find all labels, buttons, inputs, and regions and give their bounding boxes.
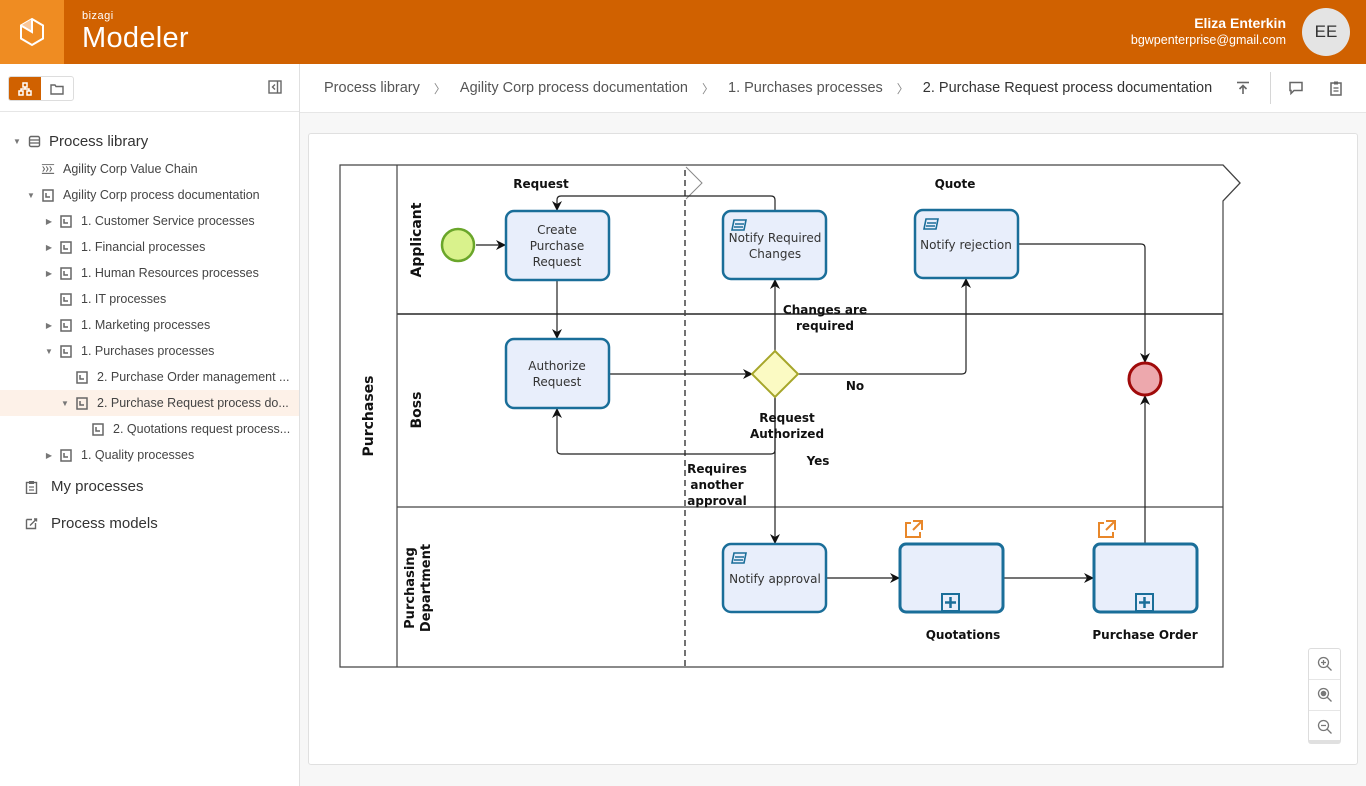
tree-item-label: 1. Purchases processes <box>81 344 215 358</box>
sidebar-item-label: Process models <box>51 515 158 532</box>
tree-item-label: 1. Human Resources processes <box>81 266 259 280</box>
tree-item[interactable]: 1. IT processes <box>0 286 299 312</box>
user-info[interactable]: Eliza Enterkin bgwpenterprise@gmail.com <box>1131 15 1286 48</box>
collapse-sidebar-icon[interactable] <box>268 80 282 94</box>
breadcrumb-item[interactable]: Process library <box>324 80 420 98</box>
tree-item-label: 1. Financial processes <box>81 240 206 254</box>
caret-right-icon[interactable]: ▶ <box>44 321 54 330</box>
comment-icon[interactable] <box>1288 80 1304 96</box>
caret-right-icon[interactable]: ▶ <box>44 269 54 278</box>
cube-logo-icon <box>20 17 44 47</box>
tree-item[interactable]: ▶ 1. Financial processes <box>0 234 299 260</box>
tree-item[interactable]: ▶ 1. Quality processes <box>0 442 299 468</box>
tree-item-label: Agility Corp Value Chain <box>63 162 198 176</box>
caret-right-icon[interactable]: ▶ <box>44 217 54 226</box>
user-name: Eliza Enterkin <box>1194 15 1286 31</box>
breadcrumb-bar: Process library 〉 Agility Corp process d… <box>300 64 1366 113</box>
zoom-in-button[interactable] <box>1309 649 1340 680</box>
tree-item[interactable]: ▼ 2. Purchase Request process do... <box>0 390 299 416</box>
tree-item-label: 1. Customer Service processes <box>81 214 255 228</box>
library-icon <box>27 134 41 148</box>
chevron-right-icon: 〉 <box>896 82 909 96</box>
breadcrumb: Process library 〉 Agility Corp process d… <box>324 80 1212 98</box>
document-icon <box>59 266 73 280</box>
zoom-out-button[interactable] <box>1309 711 1340 742</box>
zoom-out-icon <box>1317 719 1332 734</box>
document-icon <box>59 344 73 358</box>
clipboard-icon <box>24 480 38 494</box>
document-icon <box>75 396 89 410</box>
tree-item-label: Process library <box>49 132 149 150</box>
breadcrumb-item[interactable]: Agility Corp process documentation <box>460 80 688 98</box>
hierarchy-icon <box>18 81 32 96</box>
sidebar: ▼ Process library Agility Corp Value Chain… <box>0 64 300 786</box>
caret-down-icon[interactable]: ▼ <box>12 137 22 146</box>
clipboard-icon[interactable] <box>1328 80 1344 96</box>
tree-item-label: 1. Quality processes <box>81 448 195 462</box>
value-chain-icon <box>41 162 55 176</box>
zoom-controls <box>1308 648 1341 744</box>
breadcrumb-current: 2. Purchase Request process documentatio… <box>922 80 1213 96</box>
caret-right-icon[interactable]: ▶ <box>44 451 54 460</box>
brand-title: Modeler <box>82 22 189 54</box>
document-icon <box>41 188 55 202</box>
zoom-reset-button[interactable] <box>1309 680 1340 711</box>
caret-down-icon[interactable]: ▼ <box>44 347 54 356</box>
breadcrumb-item[interactable]: 1. Purchases processes <box>728 80 883 98</box>
top-bar: bizagi Modeler Eliza Enterkin bgwpenterp… <box>0 0 1366 64</box>
tree-item-label: Agility Corp process documentation <box>63 188 260 202</box>
caret-down-icon[interactable]: ▼ <box>26 191 36 200</box>
chevron-right-icon: 〉 <box>702 82 715 96</box>
hierarchy-view-button[interactable] <box>9 77 41 100</box>
avatar[interactable]: EE <box>1302 8 1350 56</box>
process-tree: ▼ Process library Agility Corp Value Chain… <box>0 126 299 542</box>
sidebar-item-process-models[interactable]: Process models <box>0 505 299 542</box>
tree-item[interactable]: ▼ 1. Purchases processes <box>0 338 299 364</box>
tree-item-label: 2. Purchase Request process do... <box>97 396 289 410</box>
document-icon <box>59 318 73 332</box>
clipboard-icon <box>25 480 37 494</box>
app-brand: bizagi Modeler <box>82 10 189 54</box>
zoom-in-icon <box>1317 656 1332 671</box>
user-email: bgwpenterprise@gmail.com <box>1130 33 1286 47</box>
tree-item-label: 2. Quotations request process... <box>113 422 291 436</box>
tree-item[interactable]: 2. Purchase Order management ... <box>0 364 299 390</box>
document-icon <box>91 422 105 436</box>
content-area <box>300 113 1366 786</box>
bizagi-logo[interactable] <box>0 0 64 64</box>
chevron-right-icon: 〉 <box>433 82 446 96</box>
toolbar-divider <box>1270 72 1271 104</box>
tree-item[interactable]: Agility Corp Value Chain <box>0 156 299 182</box>
sidebar-toolbar <box>0 64 299 112</box>
view-toggle <box>8 76 74 101</box>
tree-item[interactable]: ▶ 1. Human Resources processes <box>0 260 299 286</box>
zoom-fit-icon <box>1317 687 1332 702</box>
document-icon <box>59 240 73 254</box>
document-icon <box>75 370 89 384</box>
tree-item[interactable]: ▶ 1. Marketing processes <box>0 312 299 338</box>
caret-down-icon[interactable]: ▼ <box>60 399 70 408</box>
tree-item-label: 1. IT processes <box>81 292 167 306</box>
sidebar-item-label: My processes <box>51 478 144 495</box>
tree-item[interactable]: ▶ 1. Customer Service processes <box>0 208 299 234</box>
brand-small: bizagi <box>82 10 114 22</box>
diagram-canvas <box>308 133 1358 765</box>
publish-upload-icon[interactable] <box>1235 80 1251 96</box>
folder-view-button[interactable] <box>41 77 73 100</box>
tree-item-label: 1. Marketing processes <box>81 318 211 332</box>
tree-item[interactable]: ▼ Agility Corp process documentation <box>0 182 299 208</box>
tree-item[interactable]: ▼ Process library <box>0 126 299 156</box>
folder-icon <box>50 83 64 95</box>
sidebar-item-my-processes[interactable]: My processes <box>0 468 299 505</box>
edit-model-icon <box>24 517 38 531</box>
tree-item-label: 2. Purchase Order management ... <box>97 370 290 384</box>
document-icon <box>59 292 73 306</box>
document-icon <box>59 448 73 462</box>
document-icon <box>59 214 73 228</box>
tree-item[interactable]: 2. Quotations request process... <box>0 416 299 442</box>
edit-model-icon <box>25 518 37 530</box>
caret-right-icon[interactable]: ▶ <box>44 243 54 252</box>
